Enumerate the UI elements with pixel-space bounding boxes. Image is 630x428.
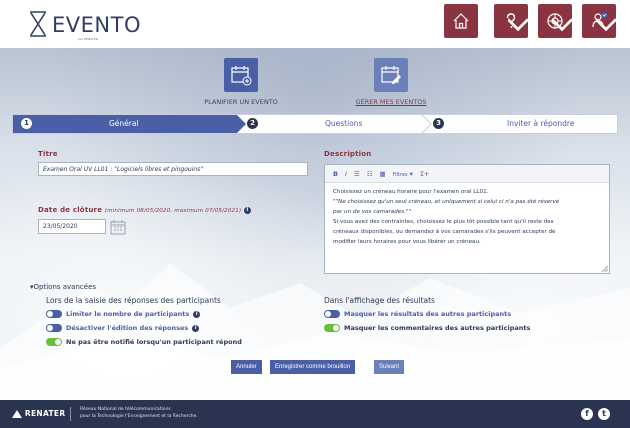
renater-logo-icon bbox=[12, 410, 22, 418]
step-number: 3 bbox=[433, 118, 444, 129]
user-button[interactable] bbox=[582, 4, 616, 38]
disable-edit-option[interactable]: Désactiver l'édition des réponses i bbox=[46, 324, 200, 332]
chevron-down-icon bbox=[508, 18, 528, 32]
logo-subtitle: par RENATER bbox=[78, 37, 98, 41]
toggle-switch[interactable] bbox=[46, 324, 62, 332]
cancel-button[interactable]: Annuler bbox=[231, 360, 262, 374]
filters-dropdown[interactable]: Filtres ▾ bbox=[393, 170, 413, 178]
app-header: EVENTO par RENATER bbox=[0, 0, 630, 48]
bold-icon[interactable]: B bbox=[333, 170, 338, 178]
description-line: par un de vos camarades."" bbox=[333, 209, 412, 215]
next-button[interactable]: Suivant bbox=[374, 360, 405, 374]
settings-button[interactable] bbox=[538, 4, 572, 38]
save-draft-button[interactable]: Enregistrer comme brouillon bbox=[270, 360, 356, 374]
option-label: Masquer les commentaires des autres part… bbox=[344, 324, 531, 332]
step-label: Inviter à répondre bbox=[507, 119, 575, 128]
footer-divider bbox=[70, 407, 71, 421]
help-button[interactable] bbox=[494, 4, 528, 38]
manage-eventos-icon-box bbox=[374, 58, 408, 92]
calendar-add-icon bbox=[231, 66, 252, 86]
footer-line: pour la Technologie l'Enseignement et la… bbox=[80, 413, 198, 419]
step-number: 1 bbox=[21, 118, 32, 129]
renater-logo[interactable]: RENATER bbox=[12, 409, 65, 418]
footer-tagline: Réseau National de télécommunications po… bbox=[80, 407, 198, 420]
title-input[interactable]: Examen Oral UV LL01 : "Logiciels libres … bbox=[38, 162, 308, 176]
closing-date-hint: (minimum 08/05/2020, maximum 07/05/2021) bbox=[104, 208, 242, 214]
resize-handle-icon[interactable] bbox=[602, 266, 608, 272]
step-invite[interactable]: 3 Inviter à répondre bbox=[433, 115, 617, 133]
wizard-stepper: 1 Général 2 Questions 3 Inviter à répond… bbox=[12, 114, 618, 134]
hide-comments-option[interactable]: Masquer les commentaires des autres part… bbox=[324, 324, 530, 332]
twitter-icon[interactable]: t bbox=[598, 408, 610, 420]
logo-text: EVENTO bbox=[52, 13, 141, 37]
step-general[interactable]: 1 Général bbox=[13, 115, 246, 133]
numbered-list-icon[interactable]: ☷ bbox=[367, 170, 373, 178]
plan-evento-action[interactable]: PLANIFIER UN EVENTO bbox=[186, 58, 296, 106]
toggle-switch[interactable] bbox=[46, 310, 62, 318]
toggle-switch[interactable] bbox=[46, 338, 62, 346]
step-number: 2 bbox=[247, 118, 258, 129]
description-line: Si vous avez des contraintes, choisissez… bbox=[333, 219, 554, 225]
renater-brand-text: RENATER bbox=[24, 409, 66, 418]
plan-evento-icon-box bbox=[224, 58, 258, 92]
calendar-icon[interactable] bbox=[110, 219, 126, 235]
info-icon[interactable]: i bbox=[193, 310, 201, 318]
chevron-down-icon bbox=[596, 18, 616, 32]
option-label: Désactiver l'édition des réponses bbox=[66, 324, 189, 332]
table-icon[interactable]: ▦ bbox=[380, 170, 386, 178]
manage-eventos-label: GÉRER MES EVENTOS bbox=[355, 98, 427, 106]
facebook-icon[interactable]: f bbox=[581, 408, 593, 420]
step-label: Questions bbox=[325, 119, 363, 128]
page-footer: RENATER Réseau National de télécommunica… bbox=[0, 400, 630, 428]
description-line: créneaux disponibles, ou demandez à vos … bbox=[333, 229, 556, 235]
description-line: Choisissez un créneau horaire pour l'exa… bbox=[333, 189, 489, 195]
description-label: Description bbox=[324, 150, 372, 158]
home-button[interactable] bbox=[444, 4, 478, 38]
input-options-title: Lors de la saisie des réponses des parti… bbox=[46, 296, 221, 305]
hide-results-option[interactable]: Masquer les résultats des autres partici… bbox=[324, 310, 511, 318]
advanced-options-label: Options avancées bbox=[33, 283, 97, 291]
limit-participants-option[interactable]: Limiter le nombre de participants i bbox=[46, 310, 201, 318]
manage-eventos-action[interactable]: GÉRER MES EVENTOS bbox=[336, 58, 446, 106]
closing-date-label: Date de clôture (minimum 08/05/2020, max… bbox=[38, 206, 251, 214]
option-label: Limiter le nombre de participants bbox=[66, 310, 190, 318]
step-label: Général bbox=[109, 119, 139, 128]
info-icon[interactable]: i bbox=[192, 324, 200, 332]
chevron-down-icon bbox=[552, 18, 572, 32]
description-editor[interactable]: B I ☰ ☷ ▦ Filtres ▾ Σ+ Choisissez un cré… bbox=[324, 164, 610, 274]
results-options-title: Dans l'affichage des résultats bbox=[324, 296, 435, 305]
editor-toolbar: B I ☰ ☷ ▦ Filtres ▾ Σ+ bbox=[325, 165, 609, 183]
option-label: Masquer les résultats des autres partici… bbox=[344, 310, 512, 318]
closing-date-label-text: Date de clôture bbox=[38, 206, 103, 214]
option-label: Ne pas être notifié lorsqu'un participan… bbox=[66, 338, 242, 346]
home-icon bbox=[453, 13, 469, 29]
filters-label: Filtres bbox=[392, 171, 408, 178]
closing-date-input[interactable]: 23/05/2020 bbox=[38, 219, 106, 234]
subscript-icon[interactable]: Σ+ bbox=[420, 170, 430, 178]
no-notification-option[interactable]: Ne pas être notifié lorsqu'un participan… bbox=[46, 338, 242, 346]
toggle-switch[interactable] bbox=[324, 310, 340, 318]
description-line: ""Ne choisissez qu'un seul créneau, et u… bbox=[333, 199, 560, 205]
step-separator-chevron bbox=[421, 115, 432, 133]
description-text: Choisissez un créneau horaire pour l'exa… bbox=[325, 183, 609, 251]
plan-evento-label: PLANIFIER UN EVENTO bbox=[204, 98, 278, 106]
calendar-edit-icon bbox=[381, 66, 401, 84]
info-icon[interactable]: i bbox=[243, 206, 251, 214]
toggle-switch[interactable] bbox=[324, 324, 340, 332]
bullet-list-icon[interactable]: ☰ bbox=[354, 170, 360, 178]
title-label: Titre bbox=[38, 150, 58, 158]
advanced-options-toggle[interactable]: ▾Options avancées bbox=[30, 283, 96, 291]
step-questions[interactable]: 2 Questions bbox=[245, 115, 431, 133]
hourglass-logo-icon bbox=[30, 11, 46, 37]
description-line: modifier leurs horaires pour vous libére… bbox=[333, 239, 481, 245]
italic-icon[interactable]: I bbox=[345, 170, 347, 178]
